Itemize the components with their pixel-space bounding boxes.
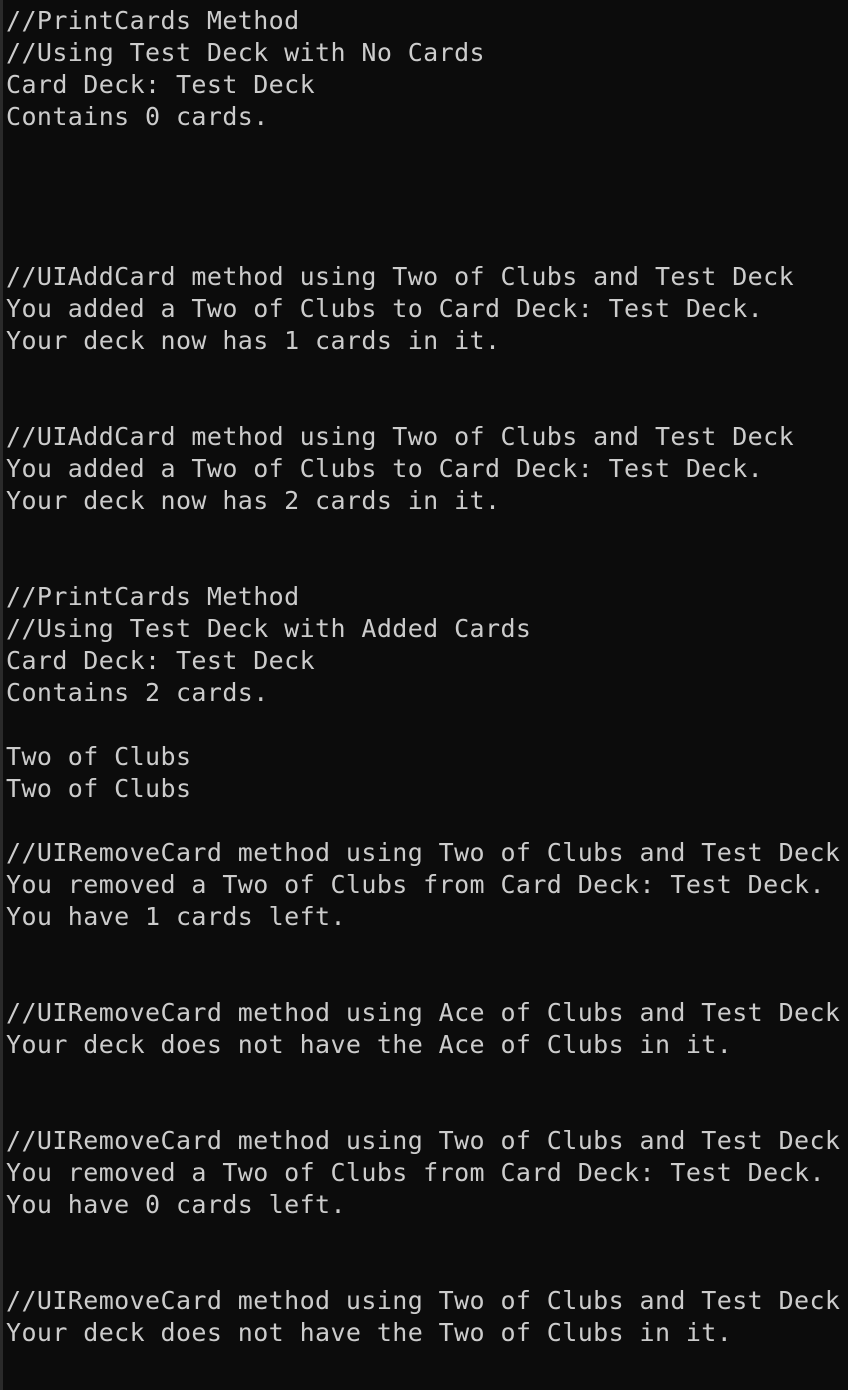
console-line: You added a Two of Clubs to Card Deck: T… <box>6 294 764 323</box>
console-line: //PrintCards Method <box>6 6 300 35</box>
console-line: Card Deck: Test Deck <box>6 70 316 99</box>
console-line: You added a Two of Clubs to Card Deck: T… <box>6 454 764 483</box>
console-line: Your deck does not have the Two of Clubs… <box>6 1318 733 1347</box>
console-line: Two of Clubs <box>6 774 192 803</box>
console-line: //Using Test Deck with Added Cards <box>6 614 532 643</box>
console-line: //UIRemoveCard method using Ace of Clubs… <box>6 998 841 1027</box>
console-line: Your deck does not have the Ace of Clubs… <box>6 1030 733 1059</box>
console-line: //UIAddCard method using Two of Clubs an… <box>6 422 795 451</box>
console-line: Two of Clubs <box>6 742 192 771</box>
console-line: //UIRemoveCard method using Two of Clubs… <box>6 838 841 867</box>
console-line: You removed a Two of Clubs from Card Dec… <box>6 1158 825 1187</box>
console-window: //PrintCards Method //Using Test Deck wit… <box>0 0 848 1390</box>
console-line: You removed a Two of Clubs from Card Dec… <box>6 870 825 899</box>
console-line: Card Deck: Test Deck <box>6 646 316 675</box>
console-line: You have 0 cards left. <box>6 1190 346 1219</box>
console-line: //UIRemoveCard method using Two of Clubs… <box>6 1126 841 1155</box>
console-line: You have 1 cards left. <box>6 902 346 931</box>
console-line: //PrintCards Method <box>6 582 300 611</box>
console-line: //UIRemoveCard method using Two of Clubs… <box>6 1286 841 1315</box>
console-line: //UIAddCard method using Two of Clubs an… <box>6 262 795 291</box>
console-line: Contains 0 cards. <box>6 102 269 131</box>
console-line: Your deck now has 1 cards in it. <box>6 326 501 355</box>
console-output: //PrintCards Method //Using Test Deck wit… <box>6 5 840 1349</box>
console-line: //Using Test Deck with No Cards <box>6 38 485 67</box>
console-line: Your deck now has 2 cards in it. <box>6 486 501 515</box>
console-line: Contains 2 cards. <box>6 678 269 707</box>
